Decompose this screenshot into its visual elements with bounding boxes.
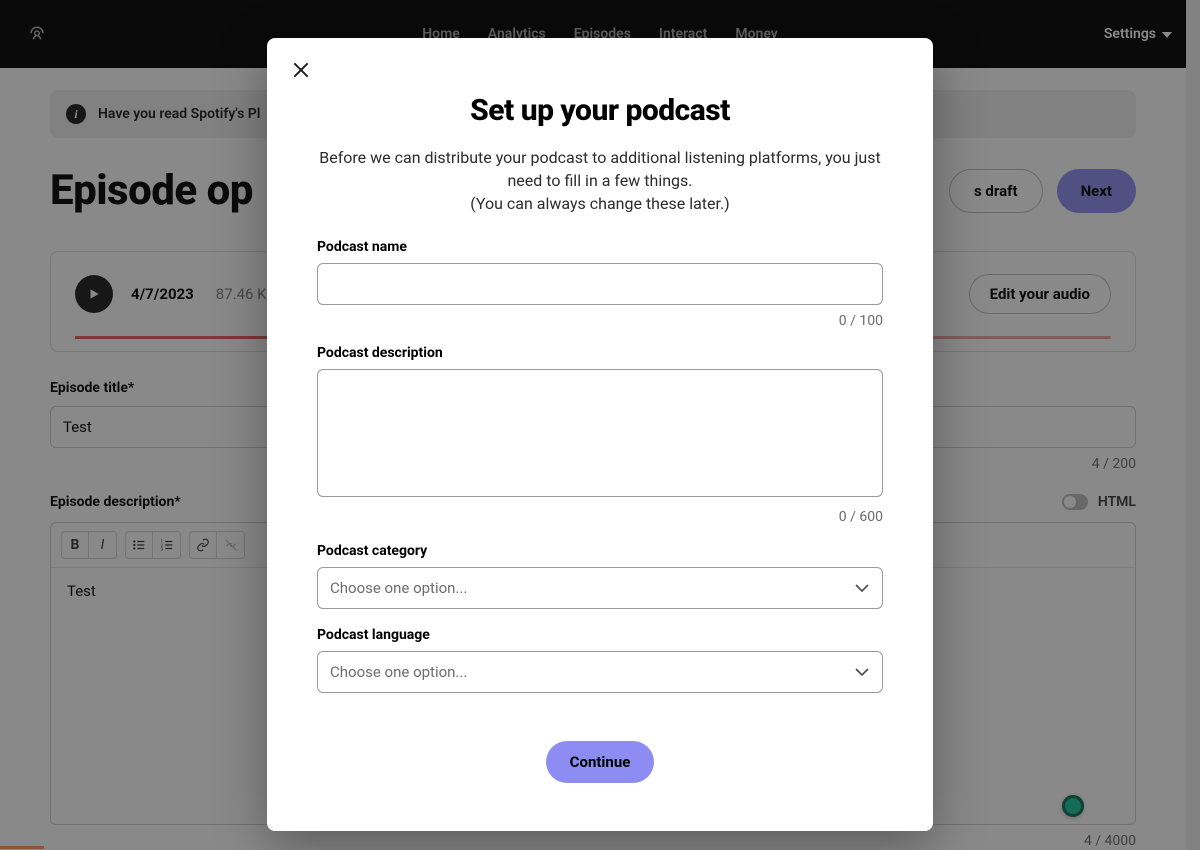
podcast-desc-counter: 0 / 600: [317, 509, 883, 525]
podcast-name-counter: 0 / 100: [317, 313, 883, 329]
continue-button[interactable]: Continue: [546, 741, 655, 783]
modal-subtitle-2: (You can always change these later.): [317, 194, 883, 213]
close-icon: [291, 60, 311, 80]
close-button[interactable]: [291, 60, 311, 84]
modal-subtitle: Before we can distribute your podcast to…: [317, 146, 883, 192]
podcast-language-select[interactable]: Choose one option...: [317, 651, 883, 693]
podcast-language-value: Choose one option...: [330, 663, 467, 681]
chevron-down-icon: [854, 667, 870, 677]
podcast-desc-label: Podcast description: [317, 345, 883, 361]
chevron-down-icon: [854, 583, 870, 593]
modal-title: Set up your podcast: [317, 93, 883, 128]
setup-podcast-modal: Set up your podcast Before we can distri…: [267, 38, 933, 831]
podcast-category-label: Podcast category: [317, 543, 883, 559]
podcast-name-input[interactable]: [317, 263, 883, 305]
podcast-name-label: Podcast name: [317, 239, 883, 255]
podcast-language-label: Podcast language: [317, 627, 883, 643]
podcast-category-value: Choose one option...: [330, 579, 467, 597]
podcast-desc-input[interactable]: [317, 369, 883, 497]
podcast-category-select[interactable]: Choose one option...: [317, 567, 883, 609]
